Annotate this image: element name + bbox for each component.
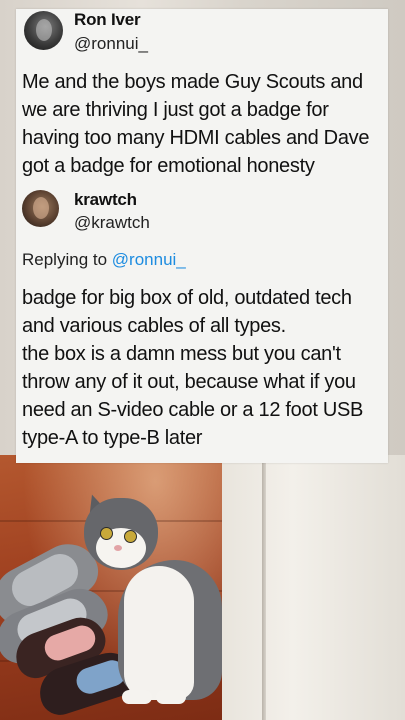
tweet-text-line: we are thriving I just got a badge for	[22, 99, 329, 121]
cabinet-edge	[262, 455, 266, 720]
replying-to-label: Replying to	[22, 250, 108, 269]
reply-author-avatar[interactable]	[22, 190, 59, 227]
cat-chest	[124, 566, 194, 700]
replying-to: Replying to @ronnui_	[22, 250, 186, 270]
cabinet	[218, 455, 405, 720]
cat-eye	[124, 530, 137, 543]
cat-paw	[122, 690, 152, 704]
tweet-text-line: got a badge for emotional honesty	[22, 155, 315, 177]
cat-paw	[156, 690, 186, 704]
reply-text-line: badge for big box of old, outdated tech	[22, 287, 352, 309]
tweet-text-line: Me and the boys made Guy Scouts and	[22, 71, 363, 93]
reply-author-name[interactable]: krawtch	[74, 190, 137, 210]
avatar-face	[33, 197, 49, 219]
cat-eye	[100, 527, 113, 540]
reply-text-line: need an S-video cable or a 12 foot USB	[22, 399, 364, 421]
tweet-text: Me and the boys made Guy Scouts and we a…	[22, 68, 384, 180]
reply-text-line: and various cables of all types.	[22, 315, 286, 337]
reply-text-line: the box is a damn mess but you can't	[22, 343, 341, 365]
author-handle[interactable]: @ronnui_	[74, 34, 148, 54]
cat-nose	[114, 545, 122, 551]
reply-text-line: throw any of it out, because what if you	[22, 371, 356, 393]
avatar-face	[36, 19, 52, 41]
reply-text: badge for big box of old, outdated tech …	[22, 284, 384, 452]
author-avatar[interactable]	[24, 11, 63, 50]
replying-to-mention[interactable]: @ronnui_	[112, 250, 186, 269]
tweet-card: Ron Iver @ronnui_ Me and the boys made G…	[16, 9, 388, 463]
reply-author-handle[interactable]: @krawtch	[74, 213, 150, 233]
tweet-text-line: having too many HDMI cables and Dave	[22, 127, 370, 149]
author-name[interactable]: Ron Iver	[74, 10, 141, 30]
reply-text-line: type-A to type-B later	[22, 427, 203, 449]
